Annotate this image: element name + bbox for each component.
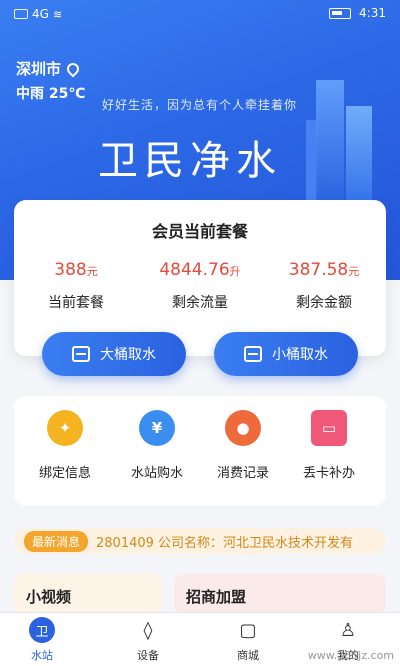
location-block[interactable]: 深圳市 中雨 25℃ [16, 58, 85, 103]
menu-item-label: 丢卡补办 [302, 466, 355, 481]
tab-label: 商城 [237, 649, 259, 662]
stat-remaining-volume: 4844.76升 剩余流量 [138, 260, 262, 312]
video-panel[interactable]: 小视频 [14, 574, 162, 614]
big-bucket-label: 大桶取水 [100, 347, 156, 363]
battery-icon [329, 7, 352, 19]
user-icon: ♙ [339, 619, 357, 641]
stat-value: 387.58 [288, 260, 349, 280]
menu-item-bind-info[interactable]: ✦ 绑定信息 [22, 410, 108, 481]
stat-remaining-balance: 387.58元 剩余金额 [262, 260, 386, 312]
stat-unit: 升 [229, 265, 241, 278]
money-bag-icon: ¥ [139, 410, 175, 446]
weather-text: 中雨 25℃ [16, 86, 86, 102]
franchise-panel[interactable]: 招商加盟 [174, 574, 386, 614]
watermark: www.365jz.com [307, 649, 394, 662]
tab-label: 水站 [31, 649, 53, 662]
stat-unit: 元 [348, 265, 360, 278]
small-bucket-button[interactable]: 小桶取水 [214, 332, 358, 376]
bottom-tab-bar: 卫 水站 ◊ 设备 ▢ 商城 ♙ 我的 www.365jz.com [0, 612, 400, 666]
wifi-icon: ≋ [52, 7, 63, 21]
water-station-icon: 卫 [29, 617, 55, 643]
water-drop-icon: ● [225, 410, 261, 446]
stat-label: 剩余金额 [296, 295, 352, 311]
menu-item-label: 水站购水 [130, 466, 183, 481]
card-icon: ▭ [311, 410, 347, 446]
sim-icon [14, 9, 28, 19]
city-name: 深圳市 [16, 60, 62, 78]
franchise-panel-title: 招商加盟 [186, 588, 247, 606]
menu-item-card-replace[interactable]: ▭ 丢卡补办 [286, 410, 372, 481]
big-bucket-button[interactable]: 大桶取水 [42, 332, 186, 376]
app-screen: 4G ≋ 4:31 深圳市 中雨 25℃ 好好生活，因为总有个人牵挂着你 卫民净… [0, 0, 400, 666]
news-tag: 最新消息 [24, 530, 89, 552]
stat-label: 当前套餐 [48, 295, 104, 311]
slogan: 好好生活，因为总有个人牵挂着你 [102, 98, 298, 112]
bag-icon: ▢ [239, 619, 257, 641]
tab-mall[interactable]: ▢ 商城 [218, 617, 278, 663]
stat-current-plan: 388元 当前套餐 [14, 260, 138, 312]
news-ticker[interactable]: 最新消息 2801409 公司名称：河北卫民水技术开发有 [14, 528, 386, 554]
function-menu: ✦ 绑定信息 ¥ 水站购水 ● 消费记录 ▭ 丢卡补办 [14, 396, 386, 506]
stat-label: 剩余流量 [172, 295, 228, 311]
status-time: 4:31 [359, 6, 386, 20]
scan-icon [244, 346, 262, 362]
tab-device[interactable]: ◊ 设备 [118, 617, 178, 663]
small-bucket-label: 小桶取水 [272, 347, 328, 363]
menu-item-buy-water[interactable]: ¥ 水站购水 [114, 410, 200, 481]
tab-label: 设备 [137, 649, 159, 662]
location-pin-icon [64, 60, 82, 77]
status-bar: 4G ≋ 4:31 [0, 0, 400, 28]
building-illustration [306, 70, 386, 220]
menu-item-label: 绑定信息 [38, 466, 91, 481]
menu-item-records[interactable]: ● 消费记录 [200, 410, 286, 481]
drop-outline-icon: ◊ [143, 619, 153, 641]
news-text: 2801409 公司名称：河北卫民水技术开发有 [96, 535, 354, 551]
menu-item-label: 消费记录 [216, 466, 269, 481]
video-panel-title: 小视频 [26, 588, 72, 606]
bind-icon: ✦ [47, 410, 83, 446]
stat-value: 388 [54, 260, 87, 280]
stat-unit: 元 [86, 265, 98, 278]
brand-title: 卫民净水 [98, 138, 282, 184]
stat-value: 4844.76 [159, 260, 230, 280]
tab-water-station[interactable]: 卫 水站 [12, 617, 72, 663]
network-label: 4G [32, 7, 49, 21]
membership-title: 会员当前套餐 [151, 222, 248, 241]
scan-icon [72, 346, 90, 362]
